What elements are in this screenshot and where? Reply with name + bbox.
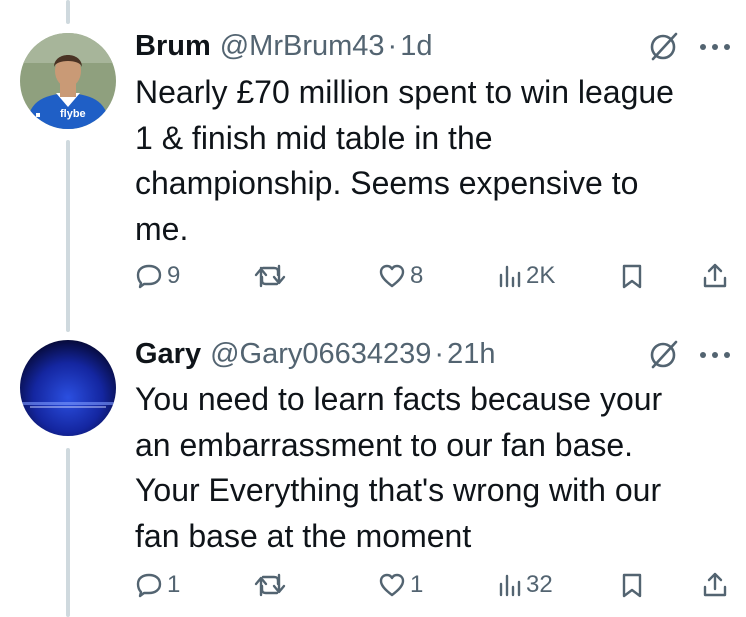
share-icon [703,263,727,288]
handle[interactable]: @MrBrum43 [220,30,385,63]
display-name[interactable]: Gary [135,338,201,371]
retweet-button[interactable] [253,258,287,294]
grok-icon[interactable] [648,30,680,62]
handle[interactable]: @Gary06634239 [210,338,431,371]
share-button[interactable] [701,258,729,294]
avatar[interactable]: flybe [20,33,116,129]
like-count: 1 [410,571,424,598]
view-count: 32 [526,571,553,598]
reply-button[interactable]: 9 [135,258,180,294]
retweet-icon [254,264,286,288]
share-button[interactable] [701,567,729,603]
bookmark-button[interactable] [621,567,643,603]
tweet-text: Nearly £70 million spent to win league 1… [135,74,674,247]
tweet-header: Gary @Gary06634239 · 21h [135,336,495,372]
timestamp[interactable]: 1d [400,30,432,63]
reply-button[interactable]: 1 [135,567,180,603]
views-icon [499,574,521,597]
separator: · [387,29,398,62]
reply-icon [136,573,162,598]
tweet-2[interactable]: Gary @Gary06634239 · 21h You need to lea… [0,320,746,617]
like-icon [379,573,405,597]
views-icon [499,265,521,288]
retweet-button[interactable] [253,567,287,603]
separator: · [434,337,445,370]
reply-icon [136,264,162,289]
tweet-1[interactable]: flybe Brum @MrBrum43 · 1d Nearly £70 mil… [0,0,746,320]
tweet-actions: 1 1 32 [0,567,746,603]
share-icon [703,572,727,597]
like-icon [379,264,405,288]
more-icon[interactable] [698,42,732,52]
views-button[interactable]: 2K [498,258,555,294]
like-button[interactable]: 8 [378,258,423,294]
avatar[interactable] [20,340,116,436]
views-button[interactable]: 32 [498,567,553,603]
display-name[interactable]: Brum [135,30,211,63]
tweet-text: You need to learn facts because your an … [135,381,663,554]
avatar-badge-text: flybe [60,108,86,120]
more-icon[interactable] [698,350,732,360]
reply-count: 1 [167,571,181,598]
like-button[interactable]: 1 [378,567,423,603]
tweet-header: Brum @MrBrum43 · 1d [135,28,432,64]
view-count: 2K [526,262,556,289]
bookmark-icon [622,573,642,598]
retweet-icon [254,573,286,597]
reply-count: 9 [167,262,181,289]
like-count: 8 [410,262,424,289]
bookmark-button[interactable] [621,258,643,294]
timestamp[interactable]: 21h [447,338,495,371]
bookmark-icon [622,264,642,289]
tweet-actions: 9 8 2K [0,258,746,294]
grok-icon[interactable] [648,338,680,370]
